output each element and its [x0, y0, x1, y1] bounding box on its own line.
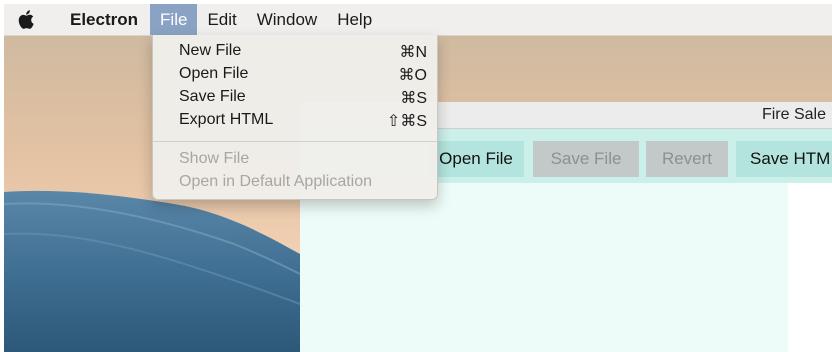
menu-item-label: Show File: [179, 150, 250, 167]
menu-item-show-file[interactable]: Show File: [153, 147, 437, 170]
menu-item-save-file[interactable]: Save File ⌘S: [153, 85, 437, 108]
save-html-button[interactable]: Save HTM: [736, 141, 832, 177]
save-file-button[interactable]: Save File: [533, 141, 639, 177]
menu-item-shortcut: ⌘S: [400, 90, 427, 107]
menu-item-label: Open File: [179, 65, 249, 82]
apple-logo-icon: [18, 10, 34, 29]
menu-item-label: Export HTML: [179, 111, 274, 128]
menu-help[interactable]: Help: [327, 4, 382, 35]
menu-item-shortcut: ⌘N: [399, 44, 427, 61]
menu-item-shortcut: ⌘O: [398, 67, 427, 84]
menu-separator: [153, 141, 437, 142]
menu-item-open-file[interactable]: Open File ⌘O: [153, 62, 437, 85]
menu-item-export-html[interactable]: Export HTML ⇧⌘S: [153, 108, 437, 131]
revert-button[interactable]: Revert: [646, 141, 728, 177]
html-preview: [788, 183, 832, 352]
menu-item-shortcut: ⇧⌘S: [386, 113, 427, 130]
apple-menu[interactable]: [4, 4, 48, 35]
file-menu-dropdown: New File ⌘N Open File ⌘O Save File ⌘S Ex…: [152, 35, 438, 200]
open-file-button[interactable]: Open File: [428, 141, 524, 177]
menu-window[interactable]: Window: [247, 4, 327, 35]
menu-app-name[interactable]: Electron: [48, 4, 150, 35]
window-title: Fire Sale: [761, 106, 826, 123]
menu-file[interactable]: File: [150, 4, 198, 35]
menu-item-label: New File: [179, 42, 242, 59]
menu-item-open-default-app[interactable]: Open in Default Application: [153, 170, 437, 193]
menu-item-label: Save File: [179, 88, 246, 105]
menu-bar: Electron File Edit Window Help: [4, 4, 832, 36]
menu-edit[interactable]: Edit: [197, 4, 246, 35]
menu-item-label: Open in Default Application: [179, 173, 373, 190]
menu-item-new-file[interactable]: New File ⌘N: [153, 39, 437, 62]
markdown-editor[interactable]: [300, 183, 788, 352]
screen: Fire Sale Open File Save File Revert Sav…: [4, 4, 832, 352]
